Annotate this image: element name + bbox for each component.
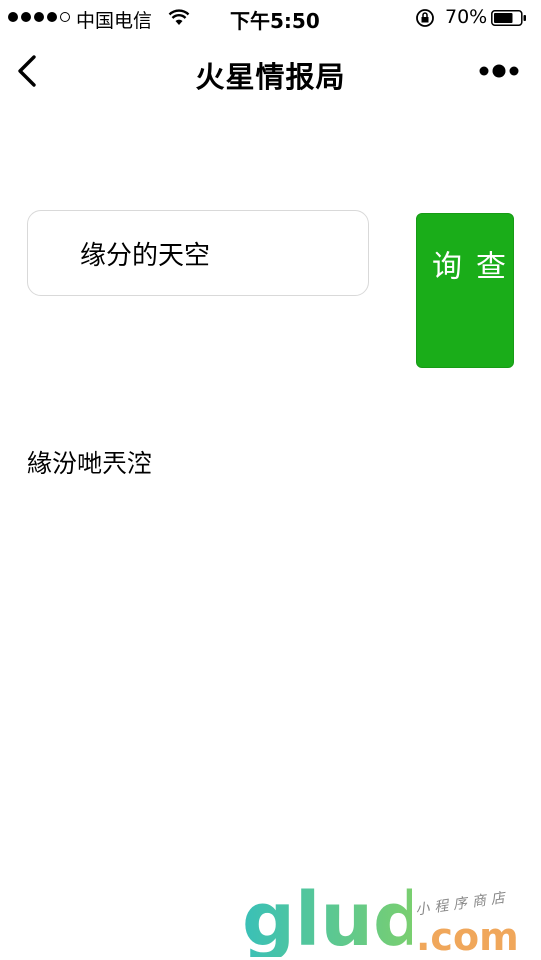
wifi-icon (168, 9, 190, 25)
page-title: 火星情报局 (195, 60, 346, 94)
status-bar: 中国电信 下午5:50 70% (0, 0, 541, 36)
watermark-domain: .com (416, 915, 519, 959)
rotation-lock-icon (416, 9, 434, 27)
glud-logo: glud (242, 885, 412, 957)
status-time: 下午5:50 (230, 9, 320, 33)
search-input[interactable] (27, 210, 369, 296)
navigation-bar: 火星情报局 (0, 36, 541, 108)
more-options-icon[interactable] (478, 60, 520, 82)
carrier-name: 中国电信 (76, 10, 153, 32)
battery-icon (491, 10, 526, 26)
watermark-logo-text: glud (242, 885, 412, 957)
battery-percentage: 70% (445, 6, 488, 28)
query-button-label: 查询 (426, 250, 505, 316)
watermark: glud 小程序商店 .com (240, 885, 540, 960)
signal-strength-icon (8, 12, 70, 22)
result-text: 緣汾哋兲涳 (27, 449, 153, 478)
query-button[interactable]: 查询 (416, 213, 514, 368)
